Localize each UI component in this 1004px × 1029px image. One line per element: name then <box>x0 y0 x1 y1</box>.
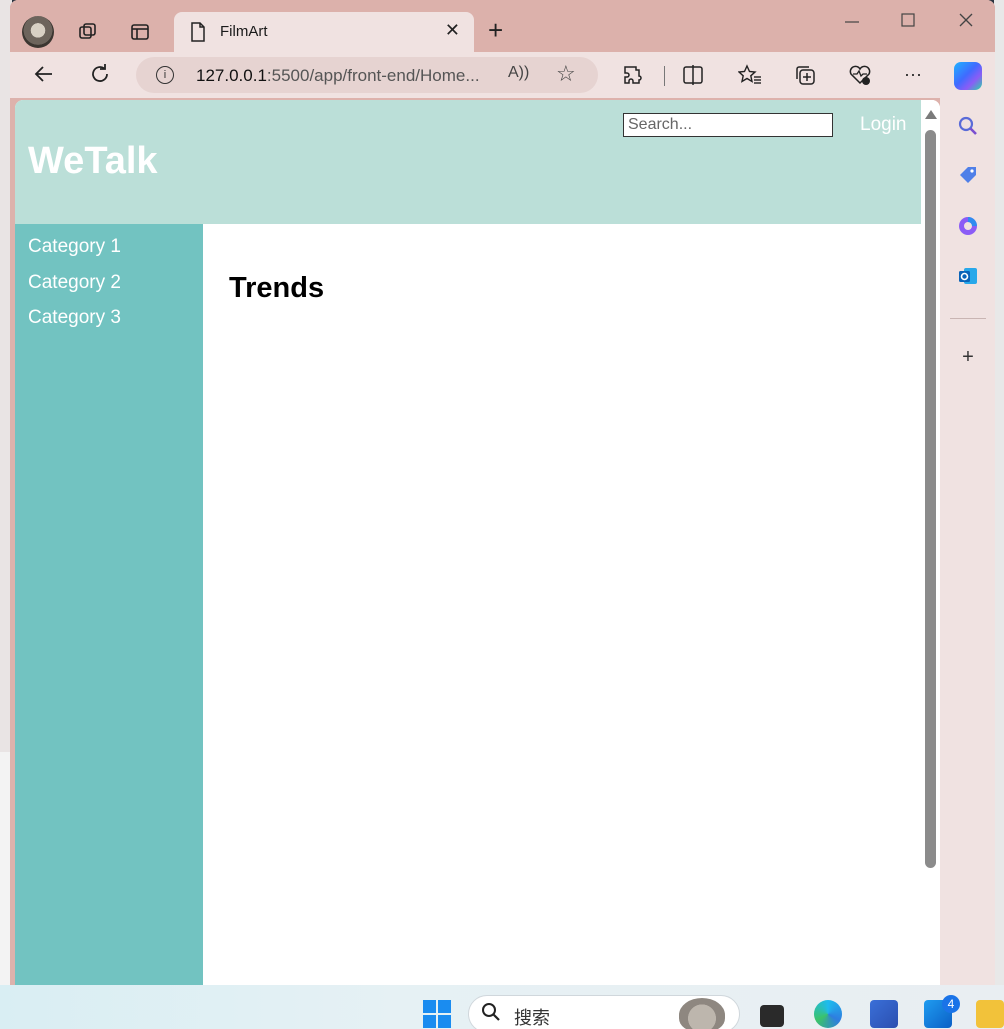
profile-avatar[interactable] <box>22 16 54 48</box>
read-aloud-icon[interactable]: A)) <box>508 64 529 82</box>
koala-icon <box>679 998 725 1029</box>
sidebar-separator <box>950 318 986 319</box>
copilot-icon[interactable] <box>954 62 982 90</box>
address-bar[interactable]: i 127.0.0.1:5500/app/front-end/Home... A… <box>136 57 598 93</box>
site-header: WeTalk Login <box>15 100 921 224</box>
sidebar-item-category-1[interactable]: Category 1 <box>28 236 121 258</box>
extensions-icon[interactable] <box>622 64 644 91</box>
browser-window: FilmArt ✕ + i 127.0.0.1:5500/app/front-e… <box>10 0 995 985</box>
add-sidebar-icon[interactable]: + <box>956 345 980 369</box>
page-icon <box>190 22 206 47</box>
maximize-icon[interactable] <box>900 10 916 35</box>
browser-toolbar: i 127.0.0.1:5500/app/front-end/Home... A… <box>10 52 995 98</box>
search-icon <box>481 1002 501 1028</box>
page-viewport: WeTalk Login Category 1 Category 2 Categ… <box>15 100 940 985</box>
tab-bar: FilmArt ✕ + <box>10 0 995 52</box>
scroll-thumb[interactable] <box>925 130 936 868</box>
taskbar-search[interactable]: 搜索 <box>468 995 740 1029</box>
windows-taskbar: 搜索 4 <box>0 985 1004 1029</box>
task-view-icon[interactable] <box>760 1005 784 1027</box>
taskbar-search-text: 搜索 <box>514 1008 550 1028</box>
category-sidebar: Category 1 Category 2 Category 3 <box>15 224 203 985</box>
windows-start-icon[interactable] <box>423 1000 451 1028</box>
info-icon[interactable]: i <box>156 66 174 84</box>
workspaces-icon[interactable] <box>74 18 102 46</box>
mail-badge: 4 <box>942 995 960 1013</box>
outlook-icon[interactable] <box>956 265 980 289</box>
browser-essentials-icon[interactable] <box>848 64 872 91</box>
tab-filmart[interactable]: FilmArt ✕ <box>174 12 474 52</box>
tab-title: FilmArt <box>220 23 268 40</box>
sidebar-item-category-2[interactable]: Category 2 <box>28 272 121 294</box>
vertical-scrollbar[interactable] <box>921 100 940 985</box>
close-window-icon[interactable] <box>958 10 974 35</box>
edge-taskbar-icon[interactable] <box>814 1000 842 1028</box>
url-text: 127.0.0.1:5500/app/front-end/Home... <box>196 66 480 85</box>
page-title: Trends <box>229 272 325 304</box>
collections-icon[interactable] <box>794 64 816 91</box>
tab-close-icon[interactable]: ✕ <box>445 20 460 41</box>
file-explorer-icon[interactable] <box>976 1000 1004 1028</box>
split-screen-icon[interactable] <box>682 64 704 91</box>
more-icon[interactable]: ··· <box>904 64 922 85</box>
favorites-icon[interactable] <box>737 64 762 91</box>
sidebar-item-category-3[interactable]: Category 3 <box>28 307 121 329</box>
site-logo[interactable]: WeTalk <box>28 140 158 183</box>
shopping-icon[interactable] <box>956 165 980 189</box>
toolbar-separator <box>664 66 665 86</box>
search-input[interactable] <box>623 113 833 137</box>
new-tab-button[interactable]: + <box>488 16 503 44</box>
login-link[interactable]: Login <box>860 114 907 136</box>
minimize-icon[interactable] <box>844 10 860 35</box>
store-icon[interactable] <box>870 1000 898 1028</box>
tab-actions-icon[interactable] <box>126 18 154 46</box>
desktop-background-right <box>994 0 1004 985</box>
edge-sidebar: + <box>940 98 995 985</box>
m365-icon[interactable] <box>956 215 980 239</box>
back-icon[interactable] <box>32 62 56 91</box>
scroll-up-arrow-icon[interactable] <box>925 110 937 119</box>
search-sidebar-icon[interactable] <box>956 115 980 139</box>
favorite-star-icon[interactable]: ☆ <box>556 61 576 87</box>
refresh-icon[interactable] <box>88 62 112 91</box>
